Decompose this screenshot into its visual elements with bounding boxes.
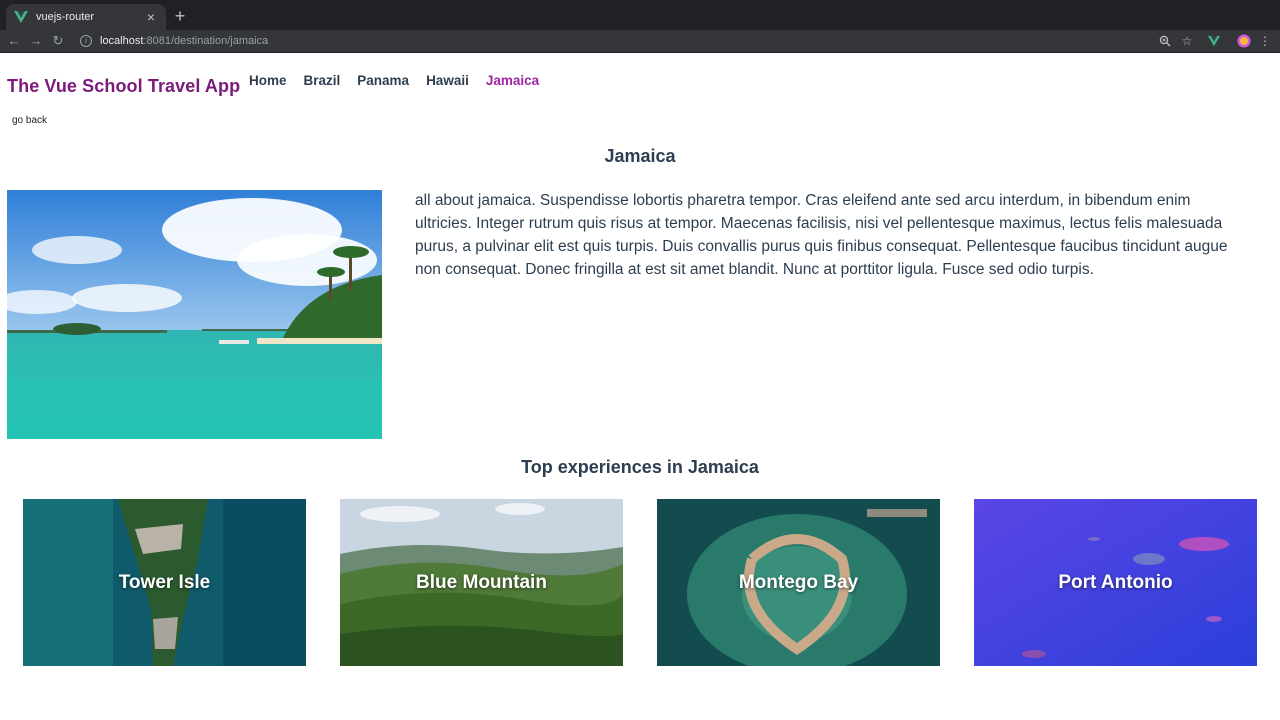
browser-tabstrip: vuejs-router × + xyxy=(0,0,1280,30)
nav-link-home[interactable]: Home xyxy=(249,73,287,88)
experience-card-label: Montego Bay xyxy=(738,571,859,593)
new-tab-icon[interactable]: + xyxy=(172,6,188,26)
browser-toolbar: ← → ↻ i localhost:8081/destination/jamai… xyxy=(0,30,1280,53)
page-content: The Vue School Travel App Home Brazil Pa… xyxy=(0,53,1280,720)
site-info-icon[interactable]: i xyxy=(80,35,92,47)
destination-hero-image xyxy=(7,190,382,439)
zoom-icon[interactable] xyxy=(1158,32,1172,50)
experience-card-montego-bay[interactable]: Montego Bay xyxy=(657,499,940,666)
reload-icon[interactable]: ↻ xyxy=(49,32,67,50)
close-tab-icon[interactable]: × xyxy=(144,10,158,24)
experience-card-blue-mountain[interactable]: Blue Mountain xyxy=(340,499,623,666)
main-nav: Home Brazil Panama Hawaii Jamaica xyxy=(249,73,539,88)
experience-cards: Tower Isle Blue Mountain Montego Bay Por… xyxy=(23,499,1257,666)
experience-card-port-antonio[interactable]: Port Antonio xyxy=(974,499,1257,666)
menu-kebab-icon[interactable]: ⋮ xyxy=(1258,32,1272,50)
destination-title: Jamaica xyxy=(604,146,676,166)
vue-logo-icon xyxy=(14,11,28,23)
nav-link-jamaica[interactable]: Jamaica xyxy=(486,73,539,88)
destination-description: all about jamaica. Suspendisse lobortis … xyxy=(415,192,1228,278)
url-text: localhost:8081/destination/jamaica xyxy=(100,35,269,47)
bookmark-star-icon[interactable]: ☆ xyxy=(1180,32,1194,50)
nav-link-panama[interactable]: Panama xyxy=(357,73,409,88)
nav-link-brazil[interactable]: Brazil xyxy=(304,73,341,88)
back-arrow-icon[interactable]: ← xyxy=(5,32,23,50)
experience-card-label: Port Antonio xyxy=(1058,571,1173,593)
vue-devtools-icon[interactable] xyxy=(1206,32,1222,50)
nav-link-hawaii[interactable]: Hawaii xyxy=(426,73,469,88)
tab-title: vuejs-router xyxy=(36,11,95,23)
go-back-button[interactable]: go back xyxy=(12,115,47,126)
experience-card-label: Blue Mountain xyxy=(416,571,547,593)
app-brand[interactable]: The Vue School Travel App xyxy=(7,76,240,97)
forward-arrow-icon[interactable]: → xyxy=(27,32,45,50)
browser-tab[interactable]: vuejs-router × xyxy=(6,4,166,30)
experience-card-label: Tower Isle xyxy=(118,571,211,593)
experiences-heading: Top experiences in Jamaica xyxy=(521,457,759,477)
profile-avatar-icon[interactable] xyxy=(1236,32,1252,50)
experience-card-tower-isle[interactable]: Tower Isle xyxy=(23,499,306,666)
address-bar[interactable]: i localhost:8081/destination/jamaica xyxy=(72,31,1148,51)
